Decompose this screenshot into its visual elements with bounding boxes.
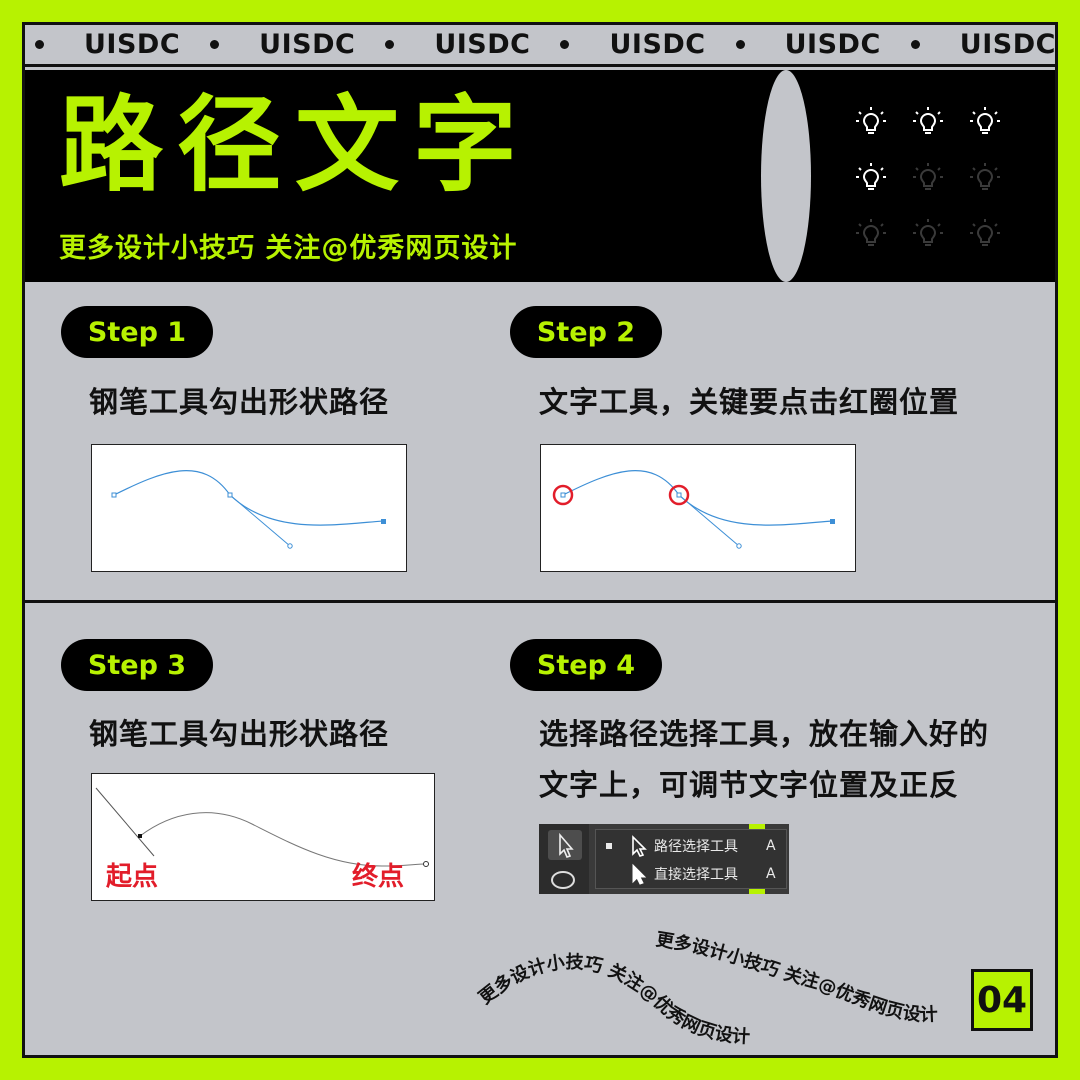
page-subtitle: 更多设计小技巧 关注@优秀网页设计: [59, 233, 518, 264]
step-2-heading: 文字工具，关键要点击红圈位置: [539, 385, 960, 419]
step-1-badge: Step 1: [61, 306, 213, 358]
marquee-item: UISDC: [210, 29, 385, 60]
marquee-text: UISDC: [259, 29, 356, 60]
page-number-badge: 04: [971, 969, 1033, 1031]
step-3-badge: Step 3: [61, 639, 213, 691]
text-on-path-example: 更多设计小技巧 关注@优秀网页设计 更多设计小技巧 关注@优秀网页设计: [475, 929, 938, 1048]
tool-strip: [539, 824, 589, 894]
bullet-dot-icon: [560, 40, 570, 49]
marquee-item: UISDC: [910, 29, 1056, 60]
start-point-label: 起点: [106, 862, 159, 892]
end-point-label: 终点: [352, 862, 405, 892]
step-2-canvas: [540, 444, 856, 572]
decorative-oval: [761, 70, 811, 282]
lightbulb-icon: [856, 107, 886, 134]
lightbulb-dim-icon: [913, 219, 943, 246]
poster-frame: UISDC UISDC UISDC UISDC UISDC UISDC UISD…: [22, 22, 1058, 1058]
lightbulb-dim-icon: [970, 163, 1000, 190]
step-4-heading-line2: 文字上，可调节文字位置及正反: [539, 768, 960, 802]
step-3-canvas: 起点 终点: [91, 773, 435, 901]
active-bullet-icon: [606, 843, 612, 849]
lightbulb-dim-icon: [913, 163, 943, 190]
bullet-dot-icon: [385, 40, 395, 49]
step-1-heading: 钢笔工具勾出形状路径: [89, 385, 390, 419]
tool-flyout-menu: 路径选择工具 A 直接选择工具 A: [595, 829, 787, 889]
menu-item-shortcut: A: [766, 866, 776, 882]
path-selection-cursor-icon: [632, 835, 647, 857]
bullet-dot-icon: [35, 40, 44, 49]
section-divider: [25, 600, 1055, 603]
pen-path-illustration: [552, 470, 835, 549]
marquee-text: UISDC: [434, 29, 531, 60]
bullet-dot-icon: [910, 40, 920, 49]
step-2-badge: Step 2: [510, 306, 662, 358]
header-banner: 路径文字 更多设计小技巧 关注@优秀网页设计: [25, 70, 1055, 282]
step-3-heading: 钢笔工具勾出形状路径: [89, 717, 390, 751]
menu-item-label: 直接选择工具: [654, 867, 738, 883]
lightbulb-grid: [853, 104, 1003, 252]
step-1-canvas: [91, 444, 407, 572]
pen-path-illustration: [111, 470, 386, 549]
menu-item-direct-selection[interactable]: 直接选择工具 A: [596, 860, 788, 888]
marquee-text: UISDC: [784, 29, 881, 60]
ellipse-tool-icon[interactable]: [551, 871, 575, 889]
marquee-text: UISDC: [959, 29, 1056, 60]
menu-item-shortcut: A: [766, 838, 776, 854]
step-4-heading-line1: 选择路径选择工具，放在输入好的: [539, 717, 990, 751]
menu-item-path-selection[interactable]: 路径选择工具 A: [596, 832, 788, 860]
lightbulb-icon: [913, 107, 943, 134]
arrow-cursor-icon: [559, 832, 574, 858]
lightbulb-icon: [970, 107, 1000, 134]
lightbulb-icon: [856, 163, 886, 190]
lightbulb-dim-icon: [856, 219, 886, 246]
marquee-text: UISDC: [609, 29, 706, 60]
bullet-dot-icon: [210, 40, 220, 49]
path-text-flipped: 更多设计小技巧 关注@优秀网页设计: [654, 929, 938, 1026]
direct-selection-cursor-icon: [632, 863, 647, 885]
step-4-badge: Step 4: [510, 639, 662, 691]
page-title: 路径文字: [59, 84, 532, 206]
marquee-item: UISDC: [385, 29, 560, 60]
brand-marquee: UISDC UISDC UISDC UISDC UISDC UISDC UISD…: [25, 25, 1055, 67]
marquee-item: UISDC: [735, 29, 911, 60]
lightbulb-dim-icon: [970, 219, 1000, 246]
marquee-text: UISDC: [84, 29, 181, 60]
bullet-dot-icon: [735, 40, 745, 49]
path-text-upright: 更多设计小技巧 关注@优秀网页设计: [475, 951, 750, 1048]
selection-tool-button[interactable]: [548, 830, 582, 860]
marquee-item: UISDC: [560, 29, 735, 60]
marquee-item: UISDC: [35, 29, 210, 60]
menu-item-label: 路径选择工具: [654, 839, 738, 855]
